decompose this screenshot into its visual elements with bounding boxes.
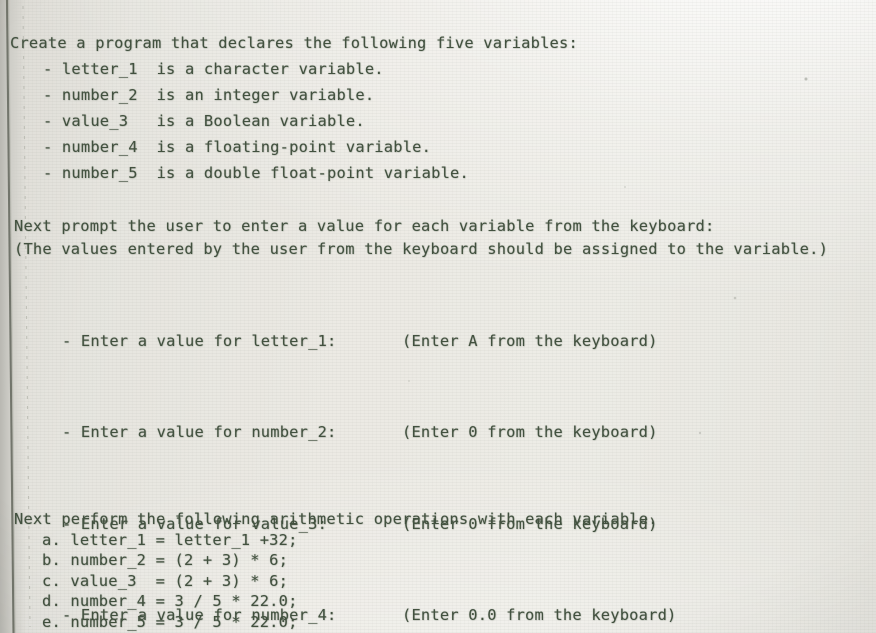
- declare-item-letter-1: - letter_1 is a character variable.: [43, 60, 384, 78]
- declare-item-number-4: - number_4 is a floating-point variable.: [43, 138, 432, 156]
- operation-item-c: c. value_3 = (2 + 3) * 6;: [42, 571, 289, 590]
- operations-heading: Next perform the following arithmetic op…: [14, 510, 658, 528]
- operation-item-d: d. number_4 = 3 / 5 * 22.0;: [42, 592, 298, 610]
- prompt-row-letter-1: - Enter a value for letter_1: (Enter A f…: [14, 333, 657, 379]
- section-declare: Create a program that declares the follo…: [10, 30, 578, 182]
- declare-item-number-5: - number_5 is a double float-point varia…: [43, 164, 469, 182]
- declare-item-value-3: - value_3 is a Boolean variable.: [43, 112, 365, 130]
- operation-item-a: a. letter_1 = letter_1 +32;: [42, 530, 298, 549]
- prompt-row-number-2: - Enter a value for number_2: (Enter 0 f…: [14, 425, 657, 470]
- prompt-hint-letter-1: (Enter A from the keyboard): [402, 332, 658, 351]
- prompt-label-number-2: - Enter a value for number_2:: [62, 423, 337, 442]
- operation-item-e: e. number_5 = 3 / 5 * 22.0;: [42, 612, 298, 631]
- prompt-hint-number-4: (Enter 0.0 from the keyboard): [402, 605, 677, 624]
- operation-item-b: b. number_2 = (2 + 3) * 6;: [42, 551, 289, 569]
- section-operations: Next perform the following arithmetic op…: [14, 509, 657, 632]
- document-page: Create a program that declares the follo…: [0, 0, 876, 633]
- declare-item-number-2: - number_2 is an integer variable.: [43, 86, 375, 104]
- section-prompt-intro: Next prompt the user to enter a value fo…: [14, 213, 828, 275]
- prompt-hint-number-2: (Enter 0 from the keyboard): [402, 423, 658, 442]
- declare-heading: Create a program that declares the follo…: [10, 34, 578, 52]
- prompt-label-letter-1: - Enter a value for letter_1:: [62, 332, 337, 351]
- document-text: Create a program that declares the follo…: [0, 0, 876, 633]
- prompt-intro-line-2: (The values entered by the user from the…: [14, 240, 829, 258]
